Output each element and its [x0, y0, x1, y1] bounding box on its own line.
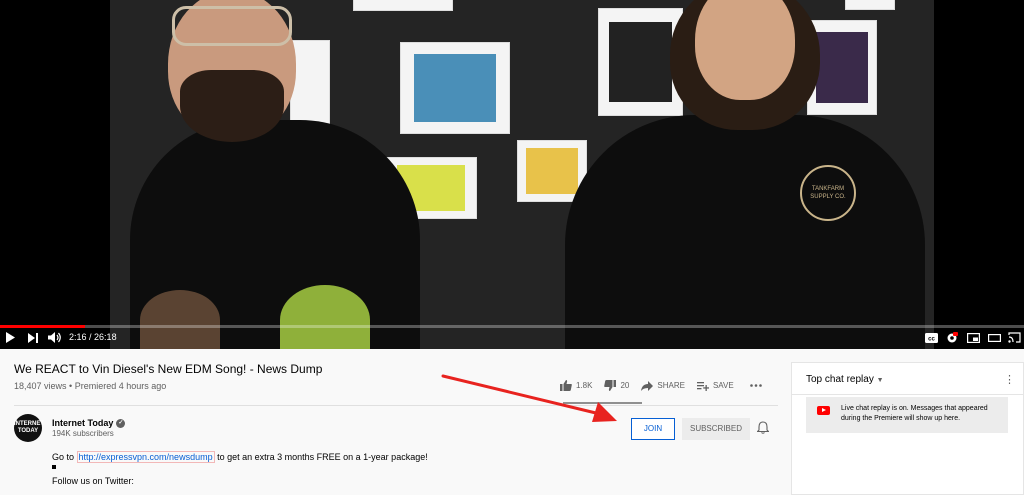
save-button[interactable]: SAVE: [696, 381, 734, 391]
chat-title[interactable]: Top chat replay: [806, 374, 874, 385]
subscribed-button[interactable]: SUBSCRIBED: [682, 418, 750, 440]
channel-name-text[interactable]: Internet Today: [52, 418, 113, 428]
chat-message-text: Live chat replay is on. Messages that ap…: [841, 405, 988, 422]
description-link[interactable]: http://expressvpn.com/newsdump: [76, 451, 215, 463]
video-title: We REACT to Vin Diesel's New EDM Song! -…: [14, 362, 323, 376]
sentiment-bar: [563, 402, 642, 404]
chat-panel: Top chat replay ▼ ⋮ Live chat replay is …: [791, 362, 1024, 495]
dislike-button[interactable]: 20: [604, 380, 629, 391]
share-button[interactable]: SHARE: [641, 380, 685, 391]
more-vertical-icon[interactable]: ⋮: [1004, 373, 1015, 386]
divider: [14, 405, 778, 406]
description-line: Go to http://expressvpn.com/newsdump to …: [52, 451, 428, 463]
play-icon[interactable]: [5, 332, 15, 343]
progress-bar[interactable]: [0, 325, 1024, 328]
channel-name[interactable]: Internet Today ✓: [52, 418, 126, 429]
meta-separator: •: [66, 381, 75, 391]
verified-icon: ✓: [116, 419, 126, 429]
description-prefix: Go to: [52, 452, 77, 462]
thumbs-up-icon: [560, 380, 572, 391]
share-label: SHARE: [657, 381, 685, 390]
channel-avatar[interactable]: INTERNET TODAY: [14, 414, 44, 442]
description-suffix: to get an extra 3 months FREE on a 1-yea…: [214, 452, 428, 462]
miniplayer-icon[interactable]: [967, 333, 980, 343]
video-info: We REACT to Vin Diesel's New EDM Song! -…: [0, 349, 780, 495]
theater-mode-icon[interactable]: [988, 334, 1001, 342]
like-count: 1.8K: [576, 381, 593, 390]
shirt-graphic: [140, 290, 220, 349]
person-right-head: [695, 0, 795, 100]
person-left-glasses: [172, 6, 292, 46]
chat-system-message: Live chat replay is on. Messages that ap…: [806, 397, 1008, 433]
time-display: 2:16 / 26:18: [69, 332, 117, 342]
cast-icon[interactable]: [1008, 332, 1021, 343]
wall-poster: [845, 0, 895, 10]
view-count: 18,407 views: [14, 381, 67, 391]
wall-poster: [353, 0, 453, 11]
wall-poster: [400, 42, 510, 134]
caret-down-icon: ▼: [876, 377, 884, 384]
person-left-beard: [180, 70, 284, 142]
shirt-graphic: [280, 285, 370, 349]
description-line-2: Follow us on Twitter:: [52, 476, 134, 486]
more-actions-button[interactable]: [749, 384, 766, 387]
chat-divider: [792, 394, 1023, 395]
person-right: [565, 115, 925, 349]
join-button[interactable]: JOIN: [631, 418, 675, 440]
time-separator: /: [86, 332, 95, 342]
volume-icon[interactable]: [48, 332, 61, 343]
share-icon: [641, 380, 654, 391]
shirt-logo: TANKFARM SUPPLY CO.: [800, 165, 856, 221]
youtube-icon: [817, 406, 830, 415]
total-time: 26:18: [94, 332, 117, 342]
action-bar: 1.8K 20 SHARE SAVE: [560, 380, 778, 391]
save-label: SAVE: [712, 381, 734, 390]
settings-icon[interactable]: [946, 332, 958, 344]
add-to-playlist-icon: [696, 381, 709, 391]
current-time: 2:16: [69, 332, 87, 342]
like-button[interactable]: 1.8K: [560, 380, 592, 391]
dislike-count: 20: [620, 381, 630, 390]
description-bullet: [52, 465, 56, 469]
wall-poster: [290, 40, 330, 132]
subscriber-count: 194K subscribers: [52, 429, 114, 438]
chat-mode-dropdown[interactable]: Top chat replay ▼: [806, 374, 884, 385]
svg-text:cc: cc: [928, 337, 935, 343]
video-frame[interactable]: TANKFARM SUPPLY CO.: [110, 0, 934, 349]
thumbs-down-icon: [604, 380, 617, 391]
notification-bell-icon[interactable]: [757, 421, 769, 434]
premiere-date: Premiered 4 hours ago: [74, 381, 167, 391]
progress-played: [0, 325, 85, 328]
more-horizontal-icon: [749, 384, 762, 387]
captions-icon[interactable]: cc: [925, 333, 938, 343]
video-meta: 18,407 views • Premiered 4 hours ago: [14, 381, 166, 391]
video-player[interactable]: TANKFARM SUPPLY CO. 2:16 / 26:18 cc: [0, 0, 1024, 349]
next-icon[interactable]: [28, 333, 38, 343]
